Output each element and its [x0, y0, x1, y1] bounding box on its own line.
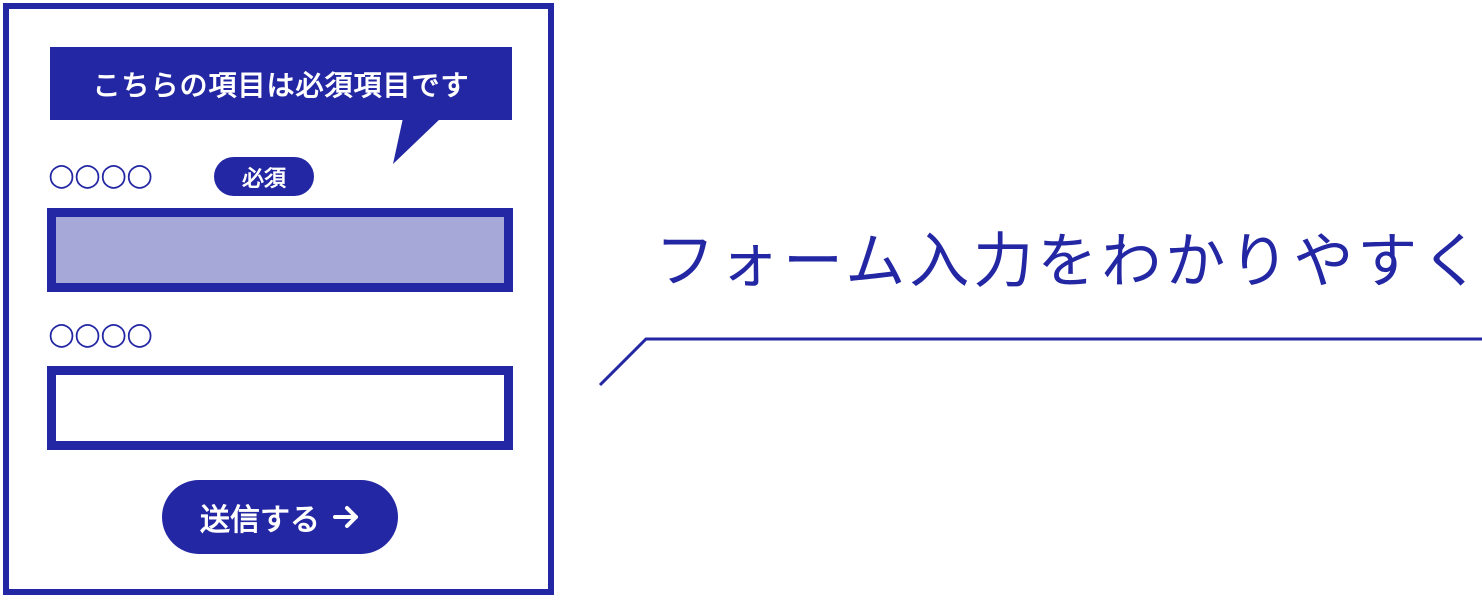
required-input-field[interactable] — [47, 208, 513, 292]
required-badge: 必須 — [214, 157, 314, 196]
field-label-1: ○○○○ — [48, 157, 153, 193]
submit-button-label: 送信する — [200, 503, 320, 538]
submit-button[interactable]: 送信する — [162, 480, 398, 554]
underline-divider — [598, 337, 1482, 387]
field-label-2: ○○○○ — [48, 316, 153, 352]
headline: フォーム入力をわかりやすく — [655, 227, 1482, 297]
arrow-right-icon — [333, 506, 358, 528]
required-badge-text: 必須 — [241, 166, 286, 192]
tooltip-text: こちらの項目は必須項目です — [92, 68, 470, 102]
required-tooltip: こちらの項目は必須項目です — [50, 47, 512, 120]
optional-input-field[interactable] — [47, 366, 513, 450]
tooltip-tail — [393, 118, 441, 164]
